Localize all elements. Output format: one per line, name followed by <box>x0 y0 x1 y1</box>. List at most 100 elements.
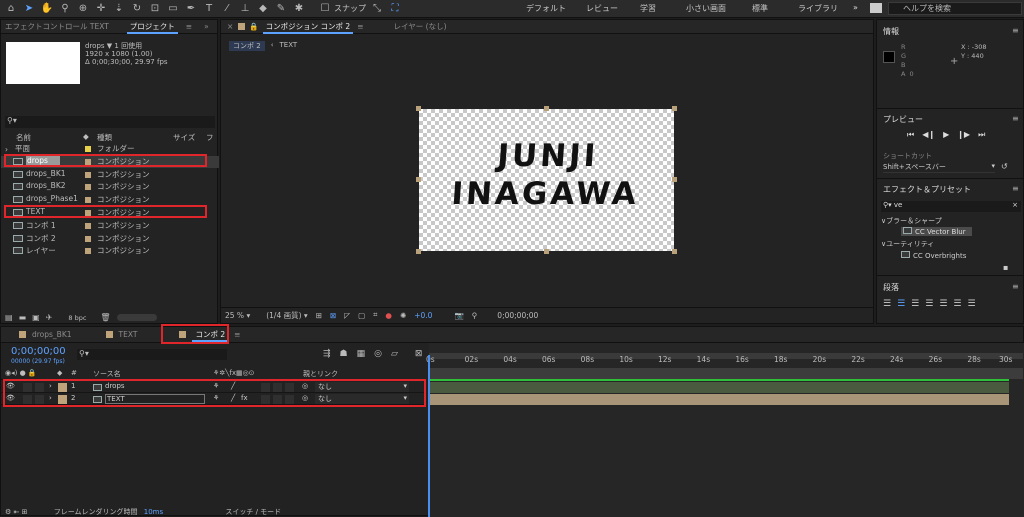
first-frame-icon[interactable]: ⏮ <box>907 130 914 140</box>
effect-cc-vector-blur[interactable]: CC Vector Blur <box>901 227 972 236</box>
show-snapshot-icon[interactable]: ⚲ <box>472 311 478 320</box>
effects-group-utility[interactable]: ∨ユーティリティ <box>881 239 934 249</box>
av-switches-icon[interactable]: ◉◂) ● 🔒 <box>5 369 37 377</box>
selection-tool-icon[interactable]: ➤ <box>22 2 36 16</box>
interpret-footage-icon[interactable]: ▤ <box>5 313 13 322</box>
tab-effect-controls[interactable]: エフェクトコントロール TEXT <box>5 21 109 32</box>
playhead[interactable] <box>428 355 430 517</box>
project-item[interactable]: レイヤー コンポジション <box>1 245 219 257</box>
justify-left-icon[interactable]: ☰ <box>925 299 933 309</box>
align-center-icon[interactable]: ☰ <box>897 299 905 309</box>
workspace-library[interactable]: ライブラリ <box>798 3 838 14</box>
pen-tool-icon[interactable]: ✒ <box>184 2 198 16</box>
new-comp-icon[interactable]: ▣ <box>32 313 40 322</box>
anchor-tool-icon[interactable]: ⊡ <box>148 2 162 16</box>
paragraph-menu-icon[interactable]: ≡ <box>1012 282 1019 291</box>
mask-visibility-icon[interactable]: ◸ <box>344 311 350 320</box>
orbit-camera-icon[interactable]: ⊕ <box>76 2 90 16</box>
align-left-icon[interactable]: ☰ <box>883 299 891 309</box>
roto-tool-icon[interactable]: ✎ <box>274 2 288 16</box>
panel-expand-icon[interactable]: » <box>204 22 209 31</box>
justify-all-icon[interactable]: ☰ <box>967 299 975 309</box>
shy-layers-icon[interactable]: ☗ <box>340 349 348 359</box>
bound-handle[interactable] <box>672 106 677 111</box>
bound-handle[interactable] <box>544 249 549 254</box>
timeline-search-input[interactable]: ⚲▾ <box>77 349 227 360</box>
help-search-input[interactable]: ヘルプを検索 <box>888 2 1022 15</box>
bound-handle[interactable] <box>416 249 421 254</box>
effects-group-blur[interactable]: ∨ブラー＆シャープ <box>881 216 942 226</box>
effects-search-input[interactable]: ⚲▾ ve × <box>881 201 1021 212</box>
close-icon[interactable]: × <box>227 22 233 31</box>
prev-frame-icon[interactable]: ◀❙ <box>922 130 935 140</box>
justify-center-icon[interactable]: ☰ <box>939 299 947 309</box>
trash-icon[interactable]: 🗑 <box>100 313 110 322</box>
bound-handle[interactable] <box>672 249 677 254</box>
motion-blur-icon[interactable]: ◎ <box>374 349 382 359</box>
play-icon[interactable]: ▶ <box>943 130 949 140</box>
draft-3d-icon[interactable]: ⊠ <box>415 349 423 359</box>
canvas-text-layer[interactable]: JUNJI INAGAWA <box>416 137 676 213</box>
snapshot-icon[interactable]: 📷 <box>454 311 463 320</box>
tab-layer[interactable]: レイヤー (なし) <box>393 21 446 32</box>
color-channels-icon[interactable]: ● <box>385 311 392 320</box>
frame-blending-icon[interactable]: ▦ <box>357 349 366 359</box>
layer-bar-drops[interactable] <box>429 382 1009 393</box>
col-parent-link[interactable]: 親とリンク <box>303 369 338 379</box>
tab-project[interactable]: プロジェクト <box>126 20 178 34</box>
eraser-tool-icon[interactable]: ◆ <box>256 2 270 16</box>
project-item[interactable]: drops_BK2 コンポジション <box>1 181 219 193</box>
bound-handle[interactable] <box>544 106 549 111</box>
timeline-menu-icon[interactable]: ≡ <box>234 330 240 339</box>
snap-option-icon[interactable]: ⤡ <box>370 2 384 16</box>
exposure-value[interactable]: +0.0 <box>414 311 432 320</box>
hand-tool-icon[interactable]: ✋ <box>40 2 54 16</box>
fast-preview-icon[interactable]: ⊞ <box>316 311 322 320</box>
home-icon[interactable]: ⌂ <box>4 2 18 16</box>
magnification-select[interactable]: 25 % ▾ <box>225 311 250 320</box>
breadcrumb-comp2[interactable]: コンポ 2 <box>229 41 265 51</box>
next-frame-icon[interactable]: ❙▶ <box>957 130 970 140</box>
reset-icon[interactable]: ↺ <box>1001 162 1008 171</box>
lock-icon[interactable]: 🔒 <box>249 22 258 31</box>
new-bin-icon[interactable]: ▪ <box>1003 263 1008 272</box>
effect-cc-overbrights[interactable]: CC Overbrights <box>901 251 966 260</box>
tab-composition[interactable]: コンポジション コンポ 2 <box>262 20 354 34</box>
workspace-small-screen[interactable]: 小さい画面 <box>686 3 726 14</box>
dolly-camera-icon[interactable]: ⇣ <box>112 2 126 16</box>
workspace-review[interactable]: レビュー <box>586 3 618 14</box>
last-frame-icon[interactable]: ⏭ <box>978 130 985 140</box>
col-name[interactable]: 名前 <box>16 132 31 143</box>
col-source-name[interactable]: ソース名 <box>93 369 121 379</box>
project-item[interactable]: コンポ 2 コンポジション <box>1 233 219 245</box>
align-right-icon[interactable]: ☰ <box>911 299 919 309</box>
stamp-tool-icon[interactable]: ⊥ <box>238 2 252 16</box>
col-type[interactable]: 種類 <box>97 132 112 143</box>
bound-handle[interactable] <box>416 106 421 111</box>
brush-tool-icon[interactable]: ⁄ <box>220 2 234 16</box>
preview-menu-icon[interactable]: ≡ <box>1012 114 1019 123</box>
timeline-tab-drops-bk1[interactable]: drops_BK1 <box>32 330 72 339</box>
comp-menu-icon[interactable]: ≡ <box>357 22 363 31</box>
render-icon[interactable]: ✈ <box>46 313 53 322</box>
thumbnail-slider[interactable] <box>116 314 157 321</box>
bound-handle[interactable] <box>672 177 677 182</box>
bound-handle[interactable] <box>416 177 421 182</box>
workspace-standard[interactable]: 標準 <box>752 3 768 14</box>
breadcrumb-text[interactable]: TEXT <box>280 41 298 51</box>
project-item[interactable]: コンポ 1 コンポジション <box>1 220 219 232</box>
workspace-more-icon[interactable]: » <box>853 3 858 12</box>
comp-flowchart-icon[interactable]: ⇶ <box>323 349 331 359</box>
composition-canvas[interactable]: JUNJI INAGAWA <box>416 106 677 254</box>
exposure-reset-icon[interactable]: ✺ <box>400 311 406 320</box>
timeline-timecode[interactable]: 0;00;00;00 <box>11 346 66 357</box>
graph-editor-icon[interactable]: ▱ <box>391 349 398 359</box>
project-search-input[interactable]: ⚲▾ <box>5 116 215 128</box>
workspace-default[interactable]: デフォルト <box>526 3 566 14</box>
puppet-tool-icon[interactable]: ✱ <box>292 2 306 16</box>
footer-icons[interactable]: ⚙ ⇤ ⊞ <box>5 508 27 516</box>
grid-guides-icon[interactable]: ⌗ <box>373 310 377 320</box>
shortcut-select[interactable]: Shift+スペースバー ▾ <box>883 162 995 173</box>
new-folder-icon[interactable]: ▬ <box>19 313 27 322</box>
pan-camera-icon[interactable]: ✛ <box>94 2 108 16</box>
